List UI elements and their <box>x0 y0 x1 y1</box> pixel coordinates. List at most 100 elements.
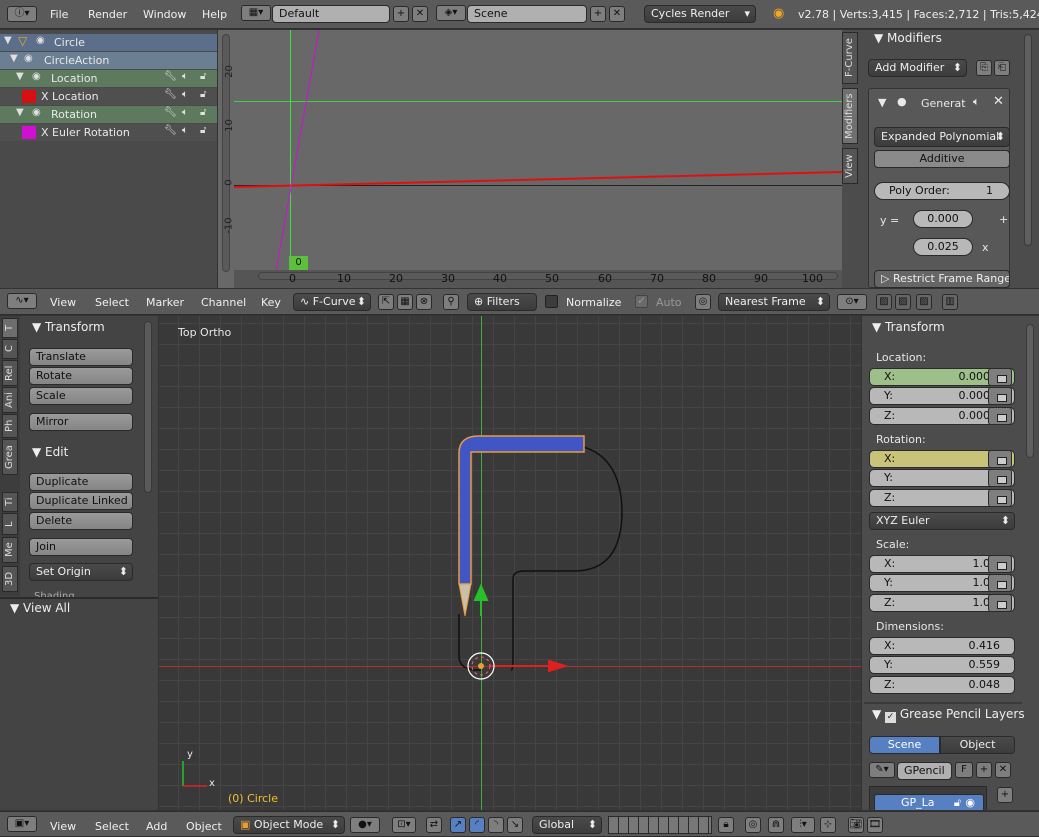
tab-grease-pencil[interactable]: Grea <box>2 439 18 475</box>
scene-field[interactable]: Scene <box>467 5 587 23</box>
pivot-point-icon[interactable]: ⊡▾ <box>392 817 416 833</box>
only-errors-icon[interactable]: ⊗ <box>416 294 432 310</box>
tab-3d-printing[interactable]: 3D <box>2 566 18 592</box>
gp-layer-lock-icon[interactable]: 🔓︎ <box>954 795 961 810</box>
mute-speaker-icon[interactable]: 🔈︎ <box>182 71 188 82</box>
dimension-z-field[interactable]: Z: 0.048 <box>869 676 1015 694</box>
gpencil-name-field[interactable]: GPencil <box>897 762 952 780</box>
mute-speaker-icon[interactable]: 🔈︎ <box>182 89 188 100</box>
visibility-eye-icon[interactable]: ◉ <box>36 35 45 46</box>
mute-speaker-icon[interactable]: 🔈︎ <box>973 95 980 109</box>
visibility-eye-icon[interactable]: ◉ <box>32 107 41 118</box>
scene-icon[interactable]: ◈▾ <box>436 5 466 21</box>
filters-button[interactable]: ⊕ Filters <box>467 293 537 311</box>
translate-button[interactable]: Translate <box>29 348 133 366</box>
viewport-shading-icon[interactable]: ●▾ <box>350 817 380 833</box>
gp-layer-add-icon[interactable]: + <box>997 787 1013 803</box>
tab-f-curve[interactable]: F-Curve <box>842 32 858 84</box>
gpencil-remove-icon[interactable]: ✕ <box>995 762 1011 778</box>
paste-modifiers-icon[interactable]: ⎗ <box>994 60 1010 76</box>
snap-target-icon[interactable]: ⊹ <box>820 817 836 833</box>
additive-toggle[interactable]: Additive <box>874 150 1010 168</box>
gp-layer-row[interactable]: GP_La 🔓︎ ◉ <box>874 794 984 810</box>
join-button[interactable]: Join <box>29 538 133 556</box>
rotate-button[interactable]: Rotate <box>29 367 133 385</box>
search-icon[interactable]: ⚲ <box>443 294 459 310</box>
gpencil-add-icon[interactable]: + <box>976 762 992 778</box>
auto-snap-dropdown[interactable]: Nearest Frame ⬍ <box>718 293 830 311</box>
lock-scale-y-icon[interactable] <box>988 574 1012 592</box>
remove-scene-icon[interactable]: ✕ <box>609 6 625 22</box>
only-selected-icon[interactable]: ⇱ <box>378 294 394 310</box>
coefficient-0-field[interactable]: 0.000 <box>913 210 973 228</box>
menu-window[interactable]: Window <box>143 8 186 21</box>
tab-relations[interactable]: Rel <box>2 360 18 386</box>
manipulator-toggle-icon[interactable]: ⇄ <box>426 817 442 833</box>
poly-order-field[interactable]: Poly Order: 1 <box>874 182 1010 200</box>
graph-menu-view[interactable]: View <box>50 296 76 309</box>
lock-location-x-icon[interactable] <box>988 368 1012 386</box>
rotate-manipulator-icon[interactable]: ◜ <box>469 817 485 833</box>
tab-layers[interactable]: L <box>2 513 18 535</box>
duplicate-linked-button[interactable]: Duplicate Linked <box>29 492 133 510</box>
snap-toggle-icon[interactable]: ⋒ <box>768 817 784 833</box>
3d-menu-object[interactable]: Object <box>186 820 222 833</box>
gp-layer-visibility-icon[interactable]: ◉ <box>965 795 975 810</box>
scale-manipulator-icon[interactable]: ◝ <box>488 817 504 833</box>
dimension-y-field[interactable]: Y: 0.559 <box>869 656 1015 674</box>
menu-file[interactable]: File <box>50 8 68 21</box>
lock-rotation-x-icon[interactable] <box>988 450 1012 468</box>
screen-layout-field[interactable]: Default <box>272 5 390 23</box>
coefficient-1-field[interactable]: 0.025 <box>913 238 973 256</box>
3d-view-editor-type-icon[interactable]: ▣▾ <box>7 816 37 832</box>
graph-menu-select[interactable]: Select <box>95 296 129 309</box>
channel-row-x-euler-rotation[interactable]: X Euler Rotation 🔧︎ 🔈︎ 🔓︎ <box>0 124 217 141</box>
modifier-wrench-icon[interactable]: 🔧︎ <box>164 71 177 82</box>
side-panel-scrollbar[interactable] <box>1024 34 1032 246</box>
menu-help[interactable]: Help <box>202 8 227 21</box>
mute-speaker-icon[interactable]: 🔈︎ <box>182 107 188 118</box>
set-origin-dropdown[interactable]: Set Origin ⬍ <box>29 563 133 581</box>
menu-render[interactable]: Render <box>88 8 127 21</box>
gp-scene-toggle[interactable]: Scene <box>869 736 940 754</box>
restrict-frame-range-panel[interactable]: ▷ Restrict Frame Range <box>874 270 1010 288</box>
add-scene-icon[interactable]: + <box>590 6 606 22</box>
graph-menu-marker[interactable]: Marker <box>146 296 184 309</box>
active-radio-icon[interactable]: ● <box>897 95 907 108</box>
tab-measure[interactable]: Me <box>2 537 18 563</box>
normalize-checkbox[interactable] <box>545 295 558 308</box>
mirror-button[interactable]: Mirror <box>29 413 133 431</box>
modifier-wrench-icon[interactable]: 🔧︎ <box>164 107 177 118</box>
lock-rotation-z-icon[interactable] <box>988 489 1012 507</box>
lock-location-y-icon[interactable] <box>988 387 1012 405</box>
rotation-mode-dropdown[interactable]: XYZ Euler ⬍ <box>869 512 1015 530</box>
lock-icon[interactable]: 🔓︎ <box>200 107 206 118</box>
3d-viewport[interactable]: Top Ortho y x (0) Circle <box>159 316 861 810</box>
screen-layout-icon[interactable]: ▦▾ <box>241 5 271 21</box>
lock-icon[interactable]: 🔓︎ <box>200 125 206 136</box>
graph-editor-area[interactable]: 20 10 0 -10 0 0 10 20 30 40 50 60 70 80 … <box>218 30 842 288</box>
layer-buttons[interactable] <box>608 816 712 834</box>
paste-keys-icon[interactable]: ▨ <box>895 294 911 310</box>
lock-scale-z-icon[interactable] <box>988 594 1012 612</box>
curve-color-eye-icon[interactable] <box>22 90 36 103</box>
tab-timeline[interactable]: Ti <box>2 492 18 512</box>
copy-modifiers-icon[interactable]: ⎘ <box>976 60 992 76</box>
proportional-editing-icon[interactable]: ⊙▾ <box>837 294 867 310</box>
modifier-wrench-icon[interactable]: 🔧︎ <box>164 125 177 136</box>
channel-row-rotation-group[interactable]: ▼ ◉ Rotation 🔧︎ 🔈︎ 🔓︎ <box>0 106 217 123</box>
visibility-eye-icon[interactable]: ◉ <box>32 71 41 82</box>
dimension-x-field[interactable]: X: 0.416 <box>869 637 1015 655</box>
tab-modifiers[interactable]: Modifiers <box>842 88 858 144</box>
tab-physics[interactable]: Ph <box>2 414 18 438</box>
lock-scale-x-icon[interactable] <box>988 555 1012 573</box>
lock-location-z-icon[interactable] <box>988 407 1012 425</box>
expand-icon[interactable]: ▼ <box>16 71 24 82</box>
translate-manipulator-icon[interactable]: ↗ <box>450 817 466 833</box>
add-layout-icon[interactable]: + <box>393 6 409 22</box>
graph-menu-channel[interactable]: Channel <box>201 296 246 309</box>
scale-manipulator-alt-icon[interactable]: ↘ <box>507 817 523 833</box>
snap-element-icon[interactable]: ⫶▾ <box>791 817 815 833</box>
polynomial-mode-dropdown[interactable]: Expanded Polynomial ⬍ <box>874 127 1010 147</box>
lock-scene-layers-icon[interactable]: 🔒︎ <box>718 817 734 833</box>
